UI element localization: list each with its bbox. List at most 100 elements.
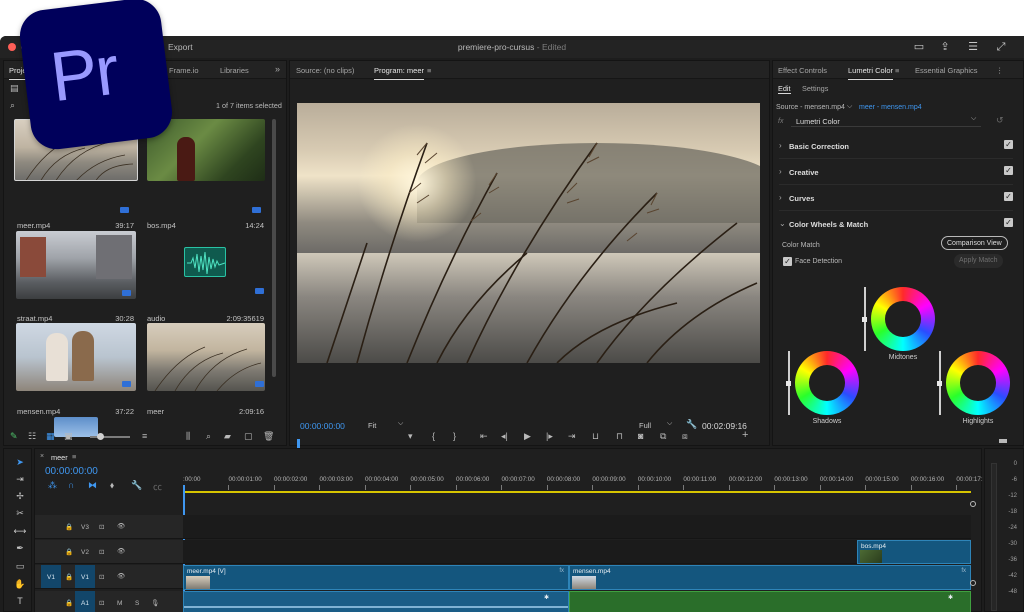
slip-tool-icon[interactable]: ⟷ [13,524,27,538]
track-header-v2[interactable]: 🔒 V2 ⊡ 👁 [35,540,183,564]
basic-correction-checkbox[interactable]: ✓ [1004,140,1013,149]
zoom-slider[interactable] [90,436,130,438]
add-marker-timeline-icon[interactable]: ⬧ [110,480,114,491]
lumetri-target-label[interactable]: meer - mensen.mp4 [859,104,922,111]
clip-meer-v1[interactable]: meer.mp4 [V] fx [183,565,569,590]
midtones-slider-knob[interactable] [862,317,867,322]
lock-icon[interactable]: 🔒 [65,548,73,556]
pen-tool-icon[interactable]: ✒ [13,541,27,555]
source-chevron-icon[interactable]: ⌵ [847,103,852,111]
section-color-wheels[interactable]: ⌄ Color Wheels & Match ✓ [779,211,1013,237]
track-header-a1[interactable]: 🔒 A1 ⊡ M S 🎙 [35,591,183,612]
go-to-out-icon[interactable]: ⇥ [568,431,576,442]
audio-clip-a1[interactable]: ✱ [183,591,569,612]
clip-thumb-straat[interactable] [16,231,136,299]
hand-tool-icon[interactable]: ✋ [13,577,27,591]
comparison-view-button[interactable]: Comparison View [941,236,1008,250]
program-timecode[interactable]: 00:00:00:00 [300,421,345,431]
shadows-wheel[interactable] [795,351,859,415]
lock-icon[interactable]: 🔒 [65,573,73,581]
timeline-close-icon[interactable]: × [40,453,44,460]
icon-view-icon[interactable]: ▦ [46,431,55,442]
captions-icon[interactable]: ㏄ [153,480,162,493]
tab-overflow[interactable]: » [275,64,280,74]
multi-cam-icon[interactable]: ⧈ [682,431,688,442]
eye-icon[interactable]: 👁 [117,547,125,555]
track-area-v2[interactable] [183,540,971,564]
curves-checkbox[interactable]: ✓ [1004,192,1013,201]
list-view-icon[interactable]: ☷ [28,431,36,442]
shadows-slider-knob[interactable] [786,381,791,386]
add-marker-icon[interactable]: ▾ [408,431,413,442]
fit-select-chevron-icon[interactable]: ⌵ [398,420,403,428]
magnet-icon[interactable]: ∩ [68,480,74,490]
type-tool-icon[interactable]: T [13,594,27,608]
trash-icon[interactable]: 🗑 [263,431,274,442]
share-icon[interactable]: ⇪ [938,40,952,54]
rectangle-tool-icon[interactable]: ▭ [13,559,27,573]
section-creative[interactable]: › Creative ✓ [779,159,1013,185]
track-header-v1[interactable]: V1 🔒 V1 ⊡ 👁 [35,565,183,589]
sync-lock-icon[interactable]: ⊡ [99,523,104,531]
timeline-settings-icon[interactable]: 🔧 [131,480,142,491]
mark-out-icon[interactable]: } [453,431,456,441]
search-icon[interactable]: ⌕ [10,100,15,111]
solo-icon[interactable]: S [135,600,139,607]
timeline-zoom-handle-bottom[interactable] [970,580,976,586]
fullscreen-icon[interactable]: ⤢ [994,40,1008,54]
clip-thumb-mensen[interactable] [16,323,136,391]
lock-icon[interactable]: 🔒 [65,599,73,607]
effect-select[interactable]: Lumetri Color ⌵ [791,115,981,127]
razor-tool-icon[interactable]: ✂ [13,506,27,520]
quality-select[interactable]: Full [639,421,651,430]
clip-thumb-audio[interactable] [184,247,226,277]
new-bin-icon[interactable]: ▰ [224,431,231,442]
sync-lock-icon[interactable]: ⊡ [99,573,104,581]
program-menu-icon[interactable]: ≡ [427,66,431,75]
tab-libraries[interactable]: Libraries [220,66,249,75]
apply-match-button[interactable]: Apply Match [954,254,1003,268]
button-editor-plus-icon[interactable]: + [742,429,748,441]
comparison-view-icon[interactable]: ⧉ [660,431,666,442]
timeline-menu-icon[interactable]: ≡ [72,452,76,461]
eye-icon[interactable]: 👁 [117,522,125,530]
highlights-slider-knob[interactable] [937,381,942,386]
subtab-edit[interactable]: Edit [778,84,791,94]
automate-icon[interactable]: ⫼ [186,431,190,442]
workspaces-menu-icon[interactable]: ☰ [966,40,980,54]
fit-select[interactable]: Fit [368,421,376,430]
lumetri-menu-icon[interactable]: ≡ [895,66,899,75]
audio-clip-a1-b[interactable]: ✱ [569,591,971,612]
new-item-icon[interactable]: ▢ [244,431,253,442]
tab-frameio[interactable]: Frame.io [169,66,199,75]
timeline-ruler[interactable]: :00:00 00:00:01:00 00:00:02:00 00:00:03:00 0… [183,473,983,491]
pencil-icon[interactable]: ✎ [10,431,18,442]
reset-icon[interactable]: ↺ [996,115,1004,126]
quality-select-chevron-icon[interactable]: ⌵ [667,420,672,428]
project-scrollbar[interactable] [272,119,276,377]
tab-essential-graphics[interactable]: Essential Graphics [915,66,978,75]
clip-bos-v2[interactable]: bos.mp4 [857,540,971,564]
tab-effect-controls[interactable]: Effect Controls [778,66,827,75]
selection-tool-icon[interactable]: ➤ [13,455,27,469]
microphone-icon[interactable]: 🎙 [151,599,159,607]
mark-in-icon[interactable]: { [432,431,435,441]
color-wheels-checkbox[interactable]: ✓ [1004,218,1013,227]
subtab-settings[interactable]: Settings [802,84,828,93]
sync-lock-icon[interactable]: ⊡ [99,548,104,556]
tab-program-monitor[interactable]: Program: meer [374,66,425,80]
go-to-in-icon[interactable]: ⇤ [480,431,488,442]
creative-checkbox[interactable]: ✓ [1004,166,1013,175]
mute-icon[interactable]: M [117,600,122,607]
export-frame-icon[interactable]: ◙ [638,431,643,441]
step-forward-icon[interactable]: |▸ [546,431,553,442]
lock-icon[interactable]: 🔒 [65,523,73,531]
midtones-wheel[interactable] [871,287,935,351]
lumetri-more-icon[interactable]: ⋮ [996,66,1004,75]
freeform-view-icon[interactable]: ▣ [64,431,73,442]
face-detection-checkbox[interactable]: ✓ [783,257,792,266]
track-header-v3[interactable]: 🔒 V3 ⊡ 👁 [35,515,183,539]
sync-lock-icon[interactable]: ⊡ [99,599,104,607]
step-back-icon[interactable]: ◂| [501,431,508,442]
eye-icon[interactable]: 👁 [117,572,125,580]
